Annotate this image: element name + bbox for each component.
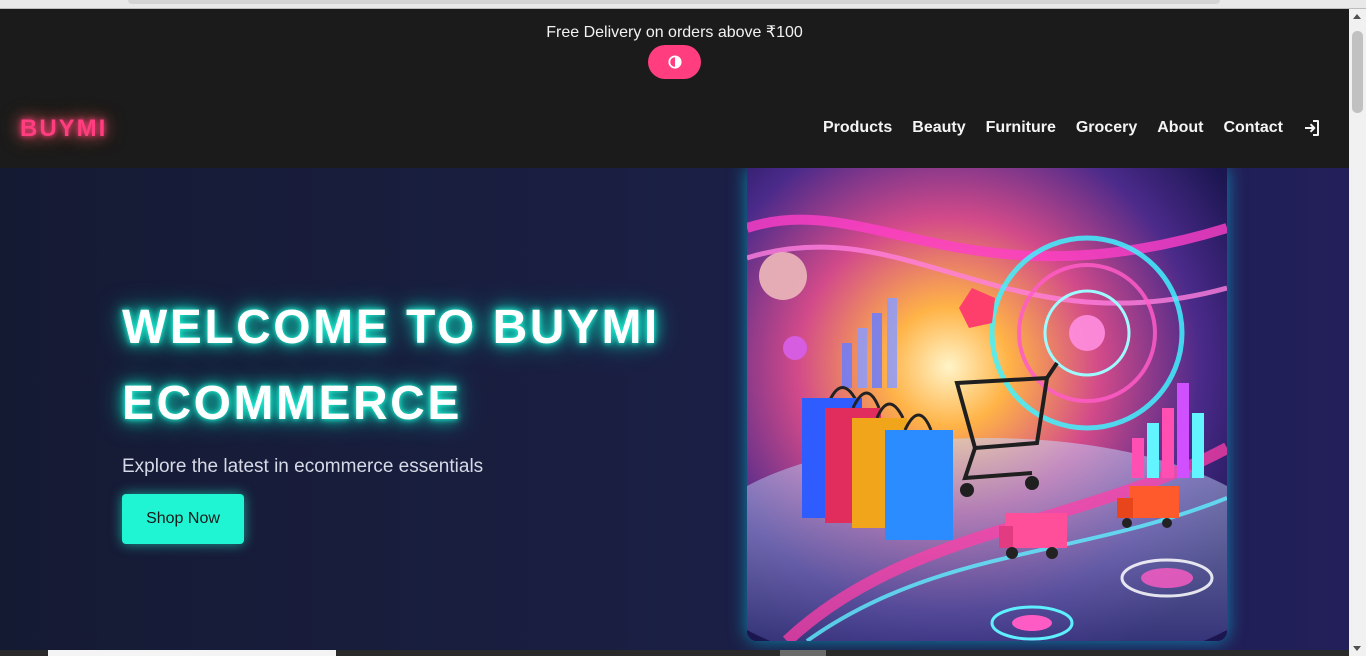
scrollbar-thumb[interactable] — [1352, 31, 1363, 113]
hero-title-line-1: WELCOME TO BUYMI — [122, 301, 660, 354]
shopping-cart-illustration-icon — [747, 168, 1227, 641]
next-section-peek — [0, 650, 1349, 656]
scroll-up-icon[interactable] — [1353, 14, 1361, 19]
page-scrollbar[interactable] — [1349, 9, 1366, 656]
nav-item-grocery[interactable]: Grocery — [1076, 119, 1137, 137]
nav-item-contact[interactable]: Contact — [1223, 119, 1283, 137]
scroll-down-icon[interactable] — [1353, 646, 1361, 651]
nav-item-about[interactable]: About — [1157, 119, 1203, 137]
half-circle-contrast-icon — [667, 55, 682, 69]
main-nav: Products Beauty Furniture Grocery About … — [823, 119, 1321, 137]
theme-toggle-button[interactable] — [648, 45, 701, 79]
nav-item-furniture[interactable]: Furniture — [986, 119, 1056, 137]
hero-image — [747, 168, 1227, 641]
hero-section: WELCOME TO BUYMI ECOMMERCE Explore the l… — [0, 168, 1349, 650]
nav-item-beauty[interactable]: Beauty — [912, 119, 965, 137]
hero-title-line-2: ECOMMERCE — [122, 377, 462, 430]
nav-item-products[interactable]: Products — [823, 119, 892, 137]
shop-now-button[interactable]: Shop Now — [122, 494, 244, 544]
hero-subtitle: Explore the latest in ecommerce essentia… — [122, 456, 484, 477]
product-card-peek-2 — [780, 650, 826, 656]
sign-in-icon[interactable] — [1303, 119, 1321, 137]
browser-address-bar-edge — [128, 0, 1220, 4]
announcement-text: Free Delivery on orders above ₹100 — [546, 24, 803, 41]
hero-title: WELCOME TO BUYMI ECOMMERCE — [122, 290, 722, 442]
product-card-peek — [48, 650, 336, 656]
browser-top-bar — [0, 0, 1366, 9]
site-logo[interactable]: BUYMI — [20, 115, 107, 143]
page-viewport: Free Delivery on orders above ₹100 BUYMI… — [0, 9, 1349, 656]
